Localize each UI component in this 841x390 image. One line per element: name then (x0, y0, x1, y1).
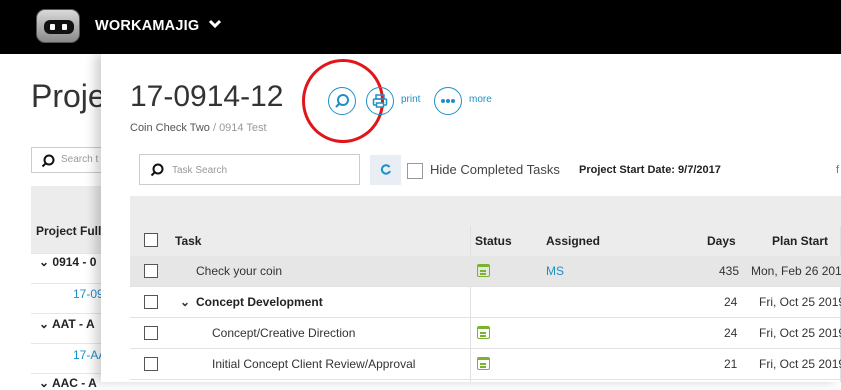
project-subtitle: Coin Check Two / 0914 Test (130, 122, 267, 134)
task-name[interactable]: Initial Concept Client Review/Approval (212, 357, 415, 371)
task-search-input[interactable]: Task Search (139, 154, 360, 185)
background-search-placeholder: Search t (61, 154, 99, 165)
task-search-placeholder: Task Search (172, 165, 228, 176)
app-brand[interactable]: WORKAMAJIG (95, 18, 199, 34)
truncated-link[interactable]: f (836, 164, 839, 176)
task-name[interactable]: Concept/Creative Direction (212, 326, 355, 340)
background-group-row[interactable]: ⌄ AAC - A (39, 376, 109, 390)
background-page-title: Proje (31, 78, 106, 114)
collapse-group-icon[interactable]: ⌄ (180, 295, 190, 309)
task-group-name[interactable]: Concept Development (196, 295, 323, 309)
chevron-down-icon[interactable] (208, 16, 222, 32)
more-icon (441, 99, 455, 103)
table-row[interactable]: ⌄ Concept Development 24 Fri, Oct 25 201… (130, 287, 841, 318)
task-plan-start: Fri, Oct 25 2019 (759, 326, 841, 340)
task-plan-start: Fri, Oct 25 2019 (759, 357, 841, 371)
print-icon (372, 94, 388, 108)
select-all-checkbox[interactable] (144, 233, 158, 247)
column-header-days[interactable]: Days (707, 234, 736, 248)
task-days: 24 (724, 295, 738, 309)
hide-completed-checkbox[interactable] (407, 163, 423, 179)
column-header-plan-start[interactable]: Plan Start (772, 234, 828, 248)
print-label[interactable]: print (401, 94, 420, 105)
row-checkbox[interactable] (144, 326, 158, 340)
search-icon (150, 163, 164, 180)
table-row[interactable]: Concept/Creative Direction 24 Fri, Oct 2… (130, 318, 841, 349)
row-checkbox[interactable] (144, 357, 158, 371)
print-button[interactable] (366, 87, 394, 115)
background-group-row[interactable]: ⌄ 0914 - 0 (39, 255, 109, 269)
task-plan-start: Mon, Feb 26 2018 (751, 264, 841, 278)
task-plan-start: Fri, Oct 25 2019 (759, 295, 841, 309)
column-header-assigned[interactable]: Assigned (546, 234, 600, 248)
refresh-button[interactable] (370, 155, 401, 185)
background-search-input[interactable]: Search t (31, 147, 111, 173)
project-start-date: Project Start Date: 9/7/2017 (579, 164, 721, 176)
project-detail-panel: 17-0914-12 Coin Check Two / 0914 Test pr… (101, 54, 841, 382)
column-header-task[interactable]: Task (175, 234, 201, 248)
table-row[interactable]: Check your coin MS 435 Mon, Feb 26 2018 (130, 256, 841, 287)
more-label[interactable]: more (469, 94, 492, 105)
background-group-row[interactable]: ⌄ AAT - A (39, 317, 109, 331)
project-name: 0914 Test (219, 122, 267, 134)
column-header-status[interactable]: Status (475, 234, 512, 248)
refresh-icon (380, 164, 391, 175)
calendar-icon (477, 357, 490, 370)
top-bar: WORKAMAJIG (0, 0, 841, 54)
hide-completed-label[interactable]: Hide Completed Tasks (430, 162, 560, 177)
task-name[interactable]: Check your coin (196, 264, 282, 278)
row-checkbox[interactable] (144, 264, 158, 278)
assigned-user[interactable]: MS (546, 264, 564, 278)
task-days: 435 (719, 264, 740, 278)
background-column-header: Project Full (36, 224, 102, 238)
task-days: 21 (724, 357, 738, 371)
row-checkbox[interactable] (144, 295, 158, 309)
more-button[interactable] (434, 87, 462, 115)
search-icon (41, 154, 55, 171)
calendar-icon (477, 326, 490, 339)
background-table-header (31, 186, 101, 253)
calendar-icon (477, 264, 490, 277)
table-row[interactable]: Initial Concept Client Review/Approval 2… (130, 349, 841, 380)
project-number: 17-0914-12 (130, 80, 284, 113)
client-name: Coin Check Two (130, 122, 210, 134)
task-days: 24 (724, 326, 738, 340)
workamajig-logo-icon[interactable] (36, 9, 80, 43)
